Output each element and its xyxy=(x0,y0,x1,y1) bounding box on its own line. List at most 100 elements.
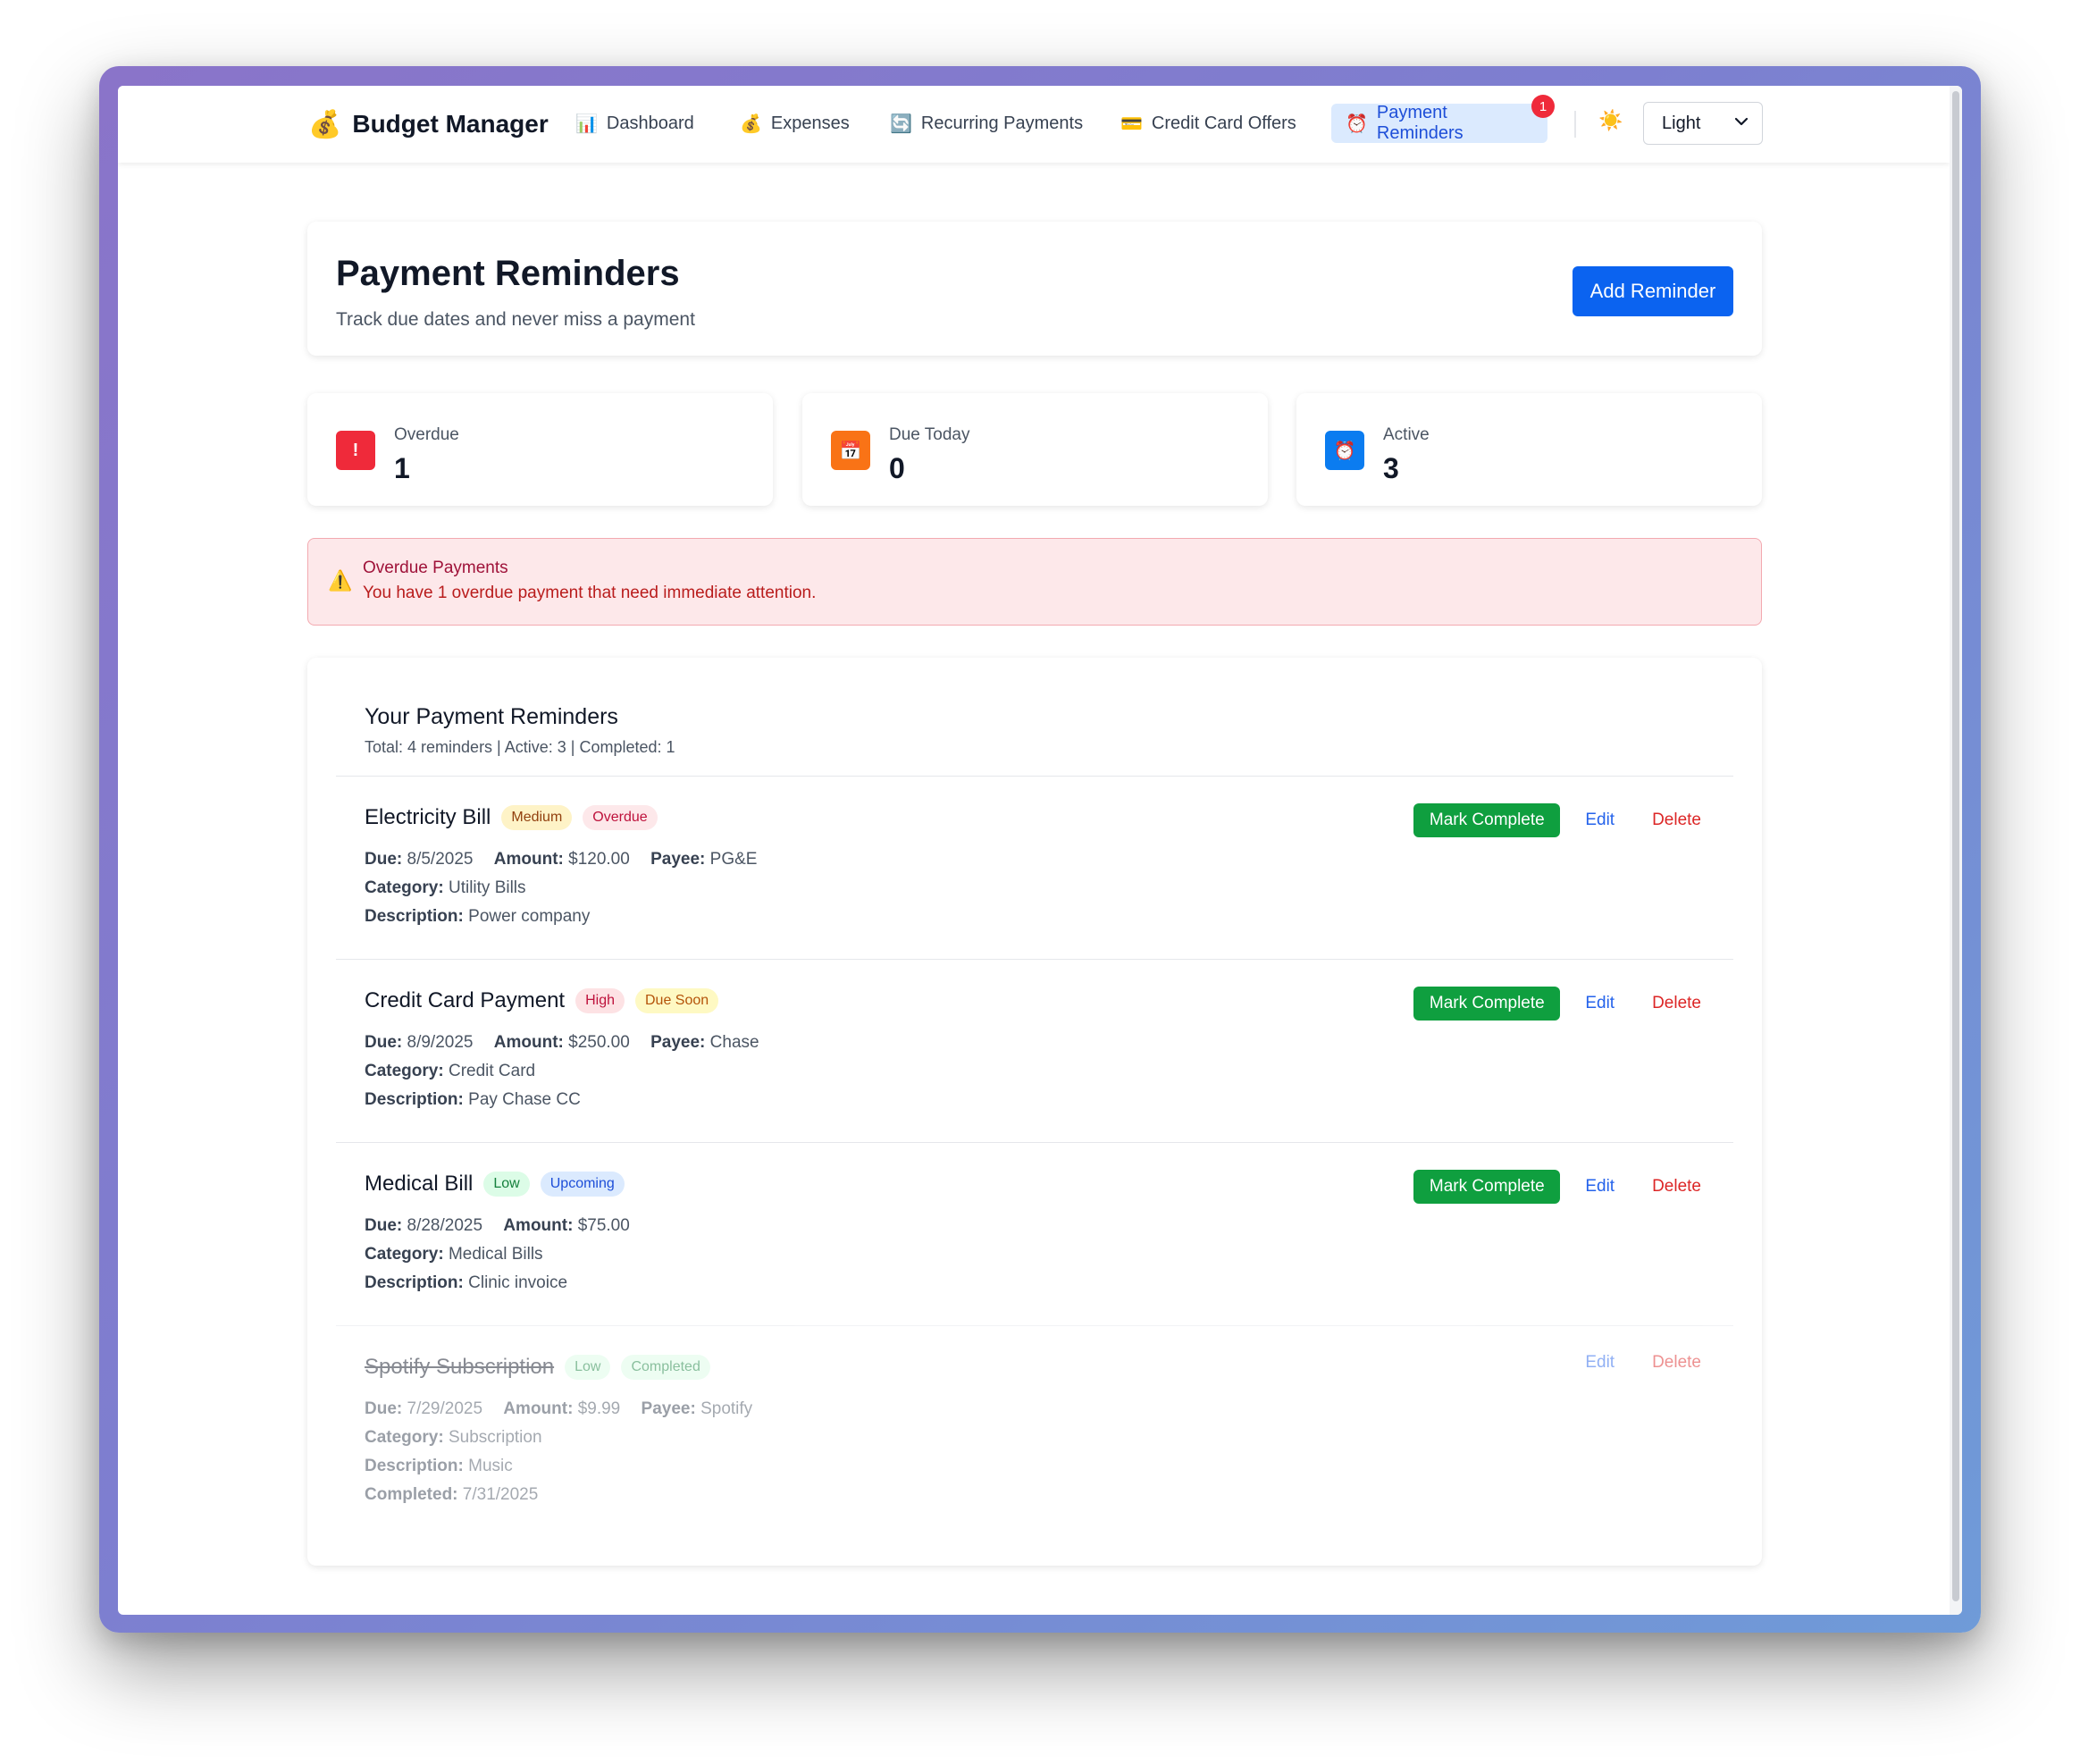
edit-link[interactable]: Edit xyxy=(1585,1177,1615,1197)
bar-chart-icon: 📊 xyxy=(575,113,598,134)
delete-link[interactable]: Delete xyxy=(1652,1177,1701,1197)
page-title: Payment Reminders xyxy=(336,254,680,293)
brand[interactable]: 💰 Budget Manager xyxy=(308,105,549,143)
reminder-description: Description: Music xyxy=(365,1457,513,1475)
nav-expenses[interactable]: 💰 Expenses xyxy=(725,104,864,143)
nav-recurring-payments[interactable]: 🔄 Recurring Payments xyxy=(876,104,1097,143)
reminder-details: Due: 8/9/2025 Amount: $250.00 Payee: Cha… xyxy=(365,1033,759,1052)
amount: $75.00 xyxy=(577,1216,630,1235)
status-badge: Due Soon xyxy=(635,988,719,1013)
money-bag-icon: 💰 xyxy=(308,109,342,139)
chevron-down-icon xyxy=(1734,117,1749,126)
reminder-details: Due: 7/29/2025 Amount: $9.99 Payee: Spot… xyxy=(365,1399,753,1418)
nav-dashboard[interactable]: 📊 Dashboard xyxy=(561,104,709,143)
alert-title: Overdue Payments xyxy=(363,559,508,577)
repeat-icon: 🔄 xyxy=(890,113,912,134)
payee: Spotify xyxy=(700,1399,753,1418)
nav-payment-reminders[interactable]: ⏰ Payment Reminders 1 xyxy=(1331,95,1555,143)
nav-label: Credit Card Offers xyxy=(1151,113,1296,133)
notification-badge: 1 xyxy=(1531,95,1555,118)
reminder-item: Electricity Bill Medium Overdue Due: 8/5… xyxy=(336,776,1733,959)
reminder-name: Medical Bill xyxy=(365,1172,474,1196)
theme-select[interactable]: Light xyxy=(1643,102,1763,145)
list-summary: Total: 4 reminders | Active: 3 | Complet… xyxy=(365,738,675,756)
reminder-details: Due: 8/5/2025 Amount: $120.00 Payee: PG&… xyxy=(365,850,758,869)
nav-label: Payment Reminders xyxy=(1376,103,1464,143)
priority-badge: Low xyxy=(483,1172,530,1197)
money-bag-icon: 💰 xyxy=(740,113,762,134)
stat-card-active: ⏰ Active 3 xyxy=(1296,393,1762,506)
brand-title: Budget Manager xyxy=(352,110,549,138)
amount: $9.99 xyxy=(577,1399,621,1418)
warning-icon: ⚠️ xyxy=(328,569,353,592)
theme-select-value: Light xyxy=(1662,113,1701,133)
reminder-item: Credit Card Payment High Due Soon Due: 8… xyxy=(336,959,1733,1142)
nav-label: Dashboard xyxy=(606,113,694,133)
overdue-alert: ⚠️ Overdue Payments You have 1 overdue p… xyxy=(307,538,1762,626)
mark-complete-button[interactable]: Mark Complete xyxy=(1413,803,1561,837)
delete-link[interactable]: Delete xyxy=(1652,811,1701,830)
nav-divider xyxy=(1574,111,1576,138)
edit-link[interactable]: Edit xyxy=(1585,811,1615,830)
priority-badge: Low xyxy=(565,1355,611,1380)
due-date: 8/28/2025 xyxy=(407,1216,483,1235)
nav-credit-card-offers[interactable]: 💳 Credit Card Offers xyxy=(1106,104,1311,143)
edit-link[interactable]: Edit xyxy=(1585,1353,1615,1373)
payee: Chase xyxy=(709,1033,759,1052)
exclamation-icon: ! xyxy=(336,431,375,470)
page-subtitle: Track due dates and never miss a payment xyxy=(336,309,695,330)
reminder-details: Due: 8/28/2025 Amount: $75.00 xyxy=(365,1216,630,1235)
reminder-category: Category: Utility Bills xyxy=(365,878,526,897)
add-reminder-button[interactable]: Add Reminder xyxy=(1573,266,1733,316)
nav-label: Expenses xyxy=(770,113,850,133)
priority-badge: High xyxy=(575,988,625,1013)
alarm-clock-icon: ⏰ xyxy=(1346,113,1368,134)
scrollbar[interactable] xyxy=(1950,86,1962,1615)
stat-card-due-today: 📅 Due Today 0 xyxy=(802,393,1268,506)
scrollbar-thumb[interactable] xyxy=(1952,91,1959,1601)
reminder-description: Description: Pay Chase CC xyxy=(365,1090,581,1109)
nav-label: Recurring Payments xyxy=(920,113,1084,133)
status-badge: Upcoming xyxy=(540,1172,625,1197)
stat-value: 1 xyxy=(394,452,410,484)
delete-link[interactable]: Delete xyxy=(1652,1353,1701,1373)
stat-label: Due Today xyxy=(889,425,970,444)
credit-card-icon: 💳 xyxy=(1120,113,1143,134)
status-badge: Completed xyxy=(621,1355,710,1380)
reminder-category: Category: Medical Bills xyxy=(365,1245,543,1264)
due-date: 8/5/2025 xyxy=(407,850,474,869)
reminder-item: Medical Bill Low Upcoming Due: 8/28/2025… xyxy=(336,1142,1733,1325)
edit-link[interactable]: Edit xyxy=(1585,994,1615,1013)
list-title: Your Payment Reminders xyxy=(365,704,618,729)
reminder-item-completed: Spotify Subscription Low Completed Due: … xyxy=(336,1325,1733,1540)
stat-card-overdue: ! Overdue 1 xyxy=(307,393,773,506)
reminders-list-card: Your Payment Reminders Total: 4 reminder… xyxy=(307,658,1762,1566)
reminder-name: Electricity Bill xyxy=(365,805,491,829)
alarm-clock-icon: ⏰ xyxy=(1325,431,1364,470)
priority-badge: Medium xyxy=(501,805,573,830)
reminder-name: Credit Card Payment xyxy=(365,988,566,1012)
stat-label: Overdue xyxy=(394,425,459,444)
alert-text: You have 1 overdue payment that need imm… xyxy=(363,584,817,602)
top-navbar: 💰 Budget Manager 📊 Dashboard 💰 Expenses … xyxy=(118,86,1950,163)
reminder-description: Description: Power company xyxy=(365,907,591,926)
due-date: 8/9/2025 xyxy=(407,1033,474,1052)
payee: PG&E xyxy=(709,850,758,869)
page-header-card: Payment Reminders Track due dates and ne… xyxy=(307,222,1762,356)
amount: $120.00 xyxy=(568,850,630,869)
stat-value: 0 xyxy=(889,452,905,484)
status-badge: Overdue xyxy=(583,805,658,830)
reminder-description: Description: Clinic invoice xyxy=(365,1273,568,1292)
sun-icon[interactable]: ☀️ xyxy=(1598,109,1623,132)
mark-complete-button[interactable]: Mark Complete xyxy=(1413,987,1561,1021)
stat-label: Active xyxy=(1383,425,1430,444)
stat-value: 3 xyxy=(1383,452,1399,484)
due-date: 7/29/2025 xyxy=(407,1399,483,1418)
reminder-category: Category: Credit Card xyxy=(365,1062,536,1080)
reminder-category: Category: Subscription xyxy=(365,1428,542,1447)
amount: $250.00 xyxy=(568,1033,630,1052)
mark-complete-button[interactable]: Mark Complete xyxy=(1413,1170,1561,1204)
delete-link[interactable]: Delete xyxy=(1652,994,1701,1013)
calendar-icon: 📅 xyxy=(831,431,870,470)
reminder-completed-date: Completed: 7/31/2025 xyxy=(365,1485,539,1504)
